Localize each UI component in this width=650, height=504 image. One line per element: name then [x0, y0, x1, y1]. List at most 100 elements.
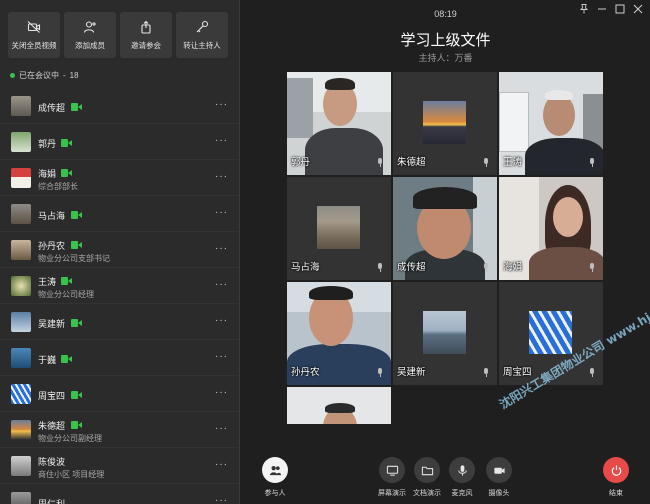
- camera-on-icon: [70, 103, 82, 111]
- more-options-icon[interactable]: ···: [215, 388, 228, 398]
- more-options-icon[interactable]: ···: [215, 460, 228, 470]
- mic-button[interactable]: 麦克风: [442, 457, 482, 498]
- end-meeting-button[interactable]: 结束: [596, 457, 636, 498]
- doc-share-button[interactable]: 文档演示: [407, 457, 447, 498]
- tile-name: 郭丹: [291, 157, 311, 168]
- screen-share-icon: [386, 465, 398, 476]
- meeting-window: 关闭全员视频 添加成员 邀请参会 转让主持人 已在会议中 - 18 成传超 ···…: [0, 0, 650, 504]
- tile-name: 周宝四: [503, 367, 532, 378]
- video-tile[interactable]: 朱德超: [393, 72, 497, 175]
- video-off-icon: [27, 20, 41, 33]
- add-member-button[interactable]: 添加成员: [64, 12, 116, 58]
- video-tile[interactable]: 吴建新: [393, 282, 497, 385]
- participants-button[interactable]: 参与人: [255, 457, 295, 498]
- avatar: [11, 312, 31, 332]
- participant-row[interactable]: 于巍 ···: [0, 340, 238, 376]
- tile-name: 吴建新: [397, 367, 426, 378]
- mic-icon: [589, 158, 595, 167]
- tile-name: 孙丹农: [291, 367, 320, 378]
- more-options-icon[interactable]: ···: [215, 352, 228, 362]
- video-tile[interactable]: 王涛: [499, 72, 603, 175]
- folder-icon: [421, 466, 433, 475]
- participant-row[interactable]: 周仁利 ···: [0, 484, 238, 504]
- participant-row[interactable]: 孙丹农 物业分公司支部书记 ···: [0, 232, 238, 268]
- more-options-icon[interactable]: ···: [215, 100, 228, 110]
- mic-icon: [377, 368, 383, 377]
- video-tile[interactable]: [287, 387, 391, 424]
- participant-title: 物业分公司支部书记: [38, 254, 110, 263]
- camera-label: 摄像头: [488, 490, 510, 497]
- avatar: [11, 276, 31, 296]
- mic-icon: [377, 158, 383, 167]
- video-tile[interactable]: 海娟: [499, 177, 603, 280]
- transfer-host-button[interactable]: 转让主持人: [176, 12, 228, 58]
- camera-on-icon: [61, 277, 72, 285]
- more-options-icon[interactable]: ···: [215, 208, 228, 218]
- participant-row[interactable]: 周宝四 ···: [0, 376, 238, 412]
- meeting-main: 08:19 学习上级文件 主持人：万番 郭丹 朱德超 王涛 马占海 成传超 海娟…: [241, 0, 650, 504]
- participant-row[interactable]: 马占海 ···: [0, 196, 238, 232]
- doc-share-label: 文档演示: [413, 490, 441, 497]
- video-tile[interactable]: 马占海: [287, 177, 391, 280]
- more-options-icon[interactable]: ···: [215, 316, 228, 326]
- video-tile[interactable]: 孙丹农: [287, 282, 391, 385]
- camera-on-icon: [61, 169, 72, 177]
- screen-share-label: 屏幕演示: [378, 490, 406, 497]
- mute-all-video-button[interactable]: 关闭全员视频: [8, 12, 60, 58]
- close-icon[interactable]: [632, 3, 644, 15]
- participants-label: 参与人: [264, 490, 286, 497]
- camera-on-icon: [70, 391, 82, 399]
- host-toolbar: 关闭全员视频 添加成员 邀请参会 转让主持人: [8, 12, 232, 58]
- more-options-icon[interactable]: ···: [215, 172, 228, 182]
- add-member-label: 添加成员: [75, 40, 105, 50]
- more-options-icon[interactable]: ···: [215, 496, 228, 504]
- avatar: [11, 168, 31, 188]
- participant-row[interactable]: 海娟 综合部部长 ···: [0, 160, 238, 196]
- mic-icon: [377, 263, 383, 272]
- camera-button[interactable]: 摄像头: [479, 457, 519, 498]
- participant-name: 成传超: [38, 103, 66, 113]
- tile-name: 王涛: [503, 157, 523, 168]
- more-options-icon[interactable]: ···: [215, 244, 228, 254]
- participant-row[interactable]: 陈俊波 商住小区 项目经理 ···: [0, 448, 238, 484]
- minimize-icon[interactable]: [596, 3, 608, 15]
- meeting-title: 学习上级文件: [400, 32, 491, 49]
- participant-name: 吴建新: [38, 319, 66, 329]
- avatar: [11, 492, 31, 504]
- avatar: [317, 206, 360, 249]
- more-options-icon[interactable]: ···: [215, 280, 228, 290]
- participants-sidebar: 关闭全员视频 添加成员 邀请参会 转让主持人 已在会议中 - 18 成传超 ···…: [0, 0, 240, 504]
- camera-on-icon: [61, 355, 72, 363]
- participant-row[interactable]: 朱德超物业分公司副经理 ···: [0, 412, 238, 448]
- more-options-icon[interactable]: ···: [215, 136, 228, 146]
- screen-share-button[interactable]: 屏幕演示: [372, 457, 412, 498]
- pin-icon[interactable]: [578, 3, 590, 15]
- avatar: [11, 96, 31, 116]
- tile-name: 马占海: [291, 262, 320, 273]
- invite-button[interactable]: 邀请参会: [120, 12, 172, 58]
- participant-title: 综合部部长: [38, 182, 78, 191]
- invite-label: 邀请参会: [131, 40, 161, 50]
- participant-row[interactable]: 吴建新 ···: [0, 304, 238, 340]
- participant-list: 成传超 ··· 郭丹 ··· 海娟 综合部部长 ··· 马占海 ··· 孙丹农 物业分公司支部书记 ·…: [0, 88, 238, 504]
- participant-row[interactable]: 王涛 物业分公司经理 ···: [0, 268, 238, 304]
- avatar: [11, 204, 31, 224]
- avatar: [11, 240, 31, 260]
- participant-name: 朱德超: [38, 421, 66, 431]
- participant-row[interactable]: 郭丹 ···: [0, 124, 238, 160]
- power-icon: [611, 464, 621, 476]
- tile-name: 海娟: [503, 262, 523, 273]
- video-tile[interactable]: 郭丹: [287, 72, 391, 175]
- in-meeting-header: 已在会议中 - 18: [10, 70, 79, 81]
- participant-title: 物业分公司副经理: [38, 434, 102, 443]
- microphone-icon: [457, 464, 467, 476]
- more-options-icon[interactable]: ···: [215, 424, 228, 434]
- video-tile[interactable]: 成传超: [393, 177, 497, 280]
- maximize-icon[interactable]: [614, 3, 626, 15]
- camera-on-icon: [70, 211, 82, 219]
- end-meeting-label: 结束: [609, 490, 623, 497]
- participant-row[interactable]: 成传超 ···: [0, 88, 238, 124]
- window-controls: [578, 3, 644, 15]
- mute-all-video-label: 关闭全员视频: [11, 40, 57, 50]
- participant-name: 于巍: [38, 355, 57, 365]
